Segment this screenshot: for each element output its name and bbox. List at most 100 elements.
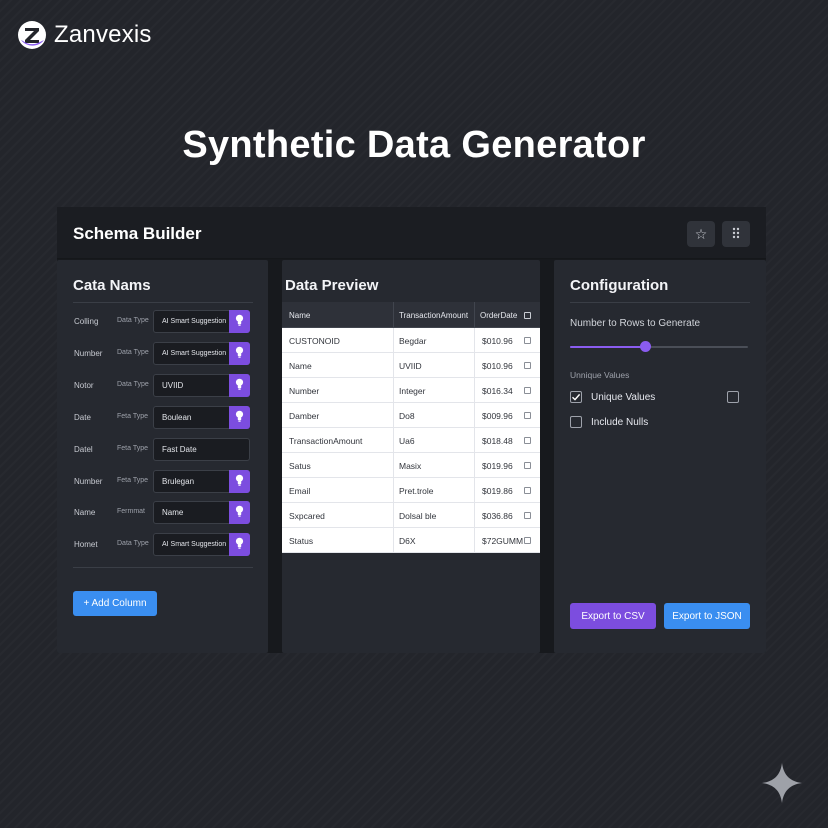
- row-checkbox[interactable]: [524, 462, 531, 469]
- row-checkbox[interactable]: [524, 337, 531, 344]
- row-checkbox[interactable]: [524, 537, 531, 544]
- ai-suggestion-button[interactable]: [229, 374, 250, 397]
- ai-suggestion-button[interactable]: [229, 342, 250, 365]
- preview-panel-title: Data Preview: [285, 277, 379, 294]
- zanvexis-logo-icon: [18, 20, 46, 50]
- ai-suggestion-button[interactable]: [229, 533, 250, 556]
- data-type-select[interactable]: Fast Date: [153, 438, 250, 461]
- lightbulb-icon: [235, 313, 244, 331]
- table-cell: $018.48: [482, 436, 513, 446]
- table-cell: Do8: [399, 411, 415, 421]
- add-column-button[interactable]: + Add Column: [73, 591, 157, 616]
- table-cell: $72GUMM: [482, 536, 524, 546]
- data-type-value: AI Smart Suggestion: [162, 541, 227, 548]
- unique-values-label: Unique Values: [591, 392, 656, 403]
- data-preview-panel: Data Preview Name TransactionAmount Orde…: [282, 260, 540, 653]
- include-nulls-checkbox[interactable]: [570, 416, 582, 428]
- ai-suggestion-button[interactable]: [229, 310, 250, 333]
- table-cell: $010.96: [482, 336, 513, 346]
- add-column-label: + Add Column: [83, 598, 147, 609]
- app-header: Schema Builder ☆: [57, 207, 766, 259]
- rows-to-generate-label: Number to Rows to Generate: [570, 318, 701, 329]
- row-checkbox[interactable]: [524, 487, 531, 494]
- table-cell: Satus: [289, 461, 311, 471]
- table-row[interactable]: Email Pret.trole $019.86: [282, 478, 540, 503]
- column-divider: [474, 328, 475, 553]
- star-icon: ☆: [694, 225, 708, 242]
- column-name[interactable]: Number: [74, 477, 102, 486]
- hero-title: Synthetic Data Generator: [182, 124, 646, 166]
- data-type-label: Feta Type: [117, 477, 149, 484]
- table-row[interactable]: Number Integer $016.34: [282, 378, 540, 403]
- table-row[interactable]: Status D6X $72GUMM: [282, 528, 540, 553]
- unique-values-checkbox[interactable]: [570, 391, 582, 403]
- schema-row: Number Data Type AI Smart Suggestion: [57, 342, 267, 366]
- column-name[interactable]: Colling: [74, 317, 98, 326]
- row-checkbox[interactable]: [524, 412, 531, 419]
- table-cell: $010.96: [482, 361, 513, 371]
- table-row[interactable]: CUSTONOID Begdar $010.96: [282, 328, 540, 353]
- schema-row: Homet Data Type AI Smart Suggestion: [57, 533, 267, 557]
- data-type-label: Feta Type: [117, 445, 149, 452]
- table-row[interactable]: TransactionAmount Ua6 $018.48: [282, 428, 540, 453]
- export-csv-label: Export to CSV: [581, 610, 645, 622]
- column-header[interactable]: Name: [289, 311, 310, 320]
- export-json-button[interactable]: Export to JSON: [664, 603, 750, 629]
- schema-panel-title: Cata Nams: [73, 277, 151, 294]
- column-divider: [474, 302, 475, 327]
- data-type-value: Fast Date: [162, 445, 197, 454]
- table-row[interactable]: Name UVIID $010.96: [282, 353, 540, 378]
- table-cell: Status: [289, 536, 314, 546]
- column-name[interactable]: Date: [74, 413, 91, 422]
- more-options-button[interactable]: [722, 221, 750, 247]
- row-checkbox[interactable]: [524, 512, 531, 519]
- app-title: Schema Builder: [73, 224, 202, 243]
- column-name[interactable]: Homet: [74, 540, 98, 549]
- row-checkbox[interactable]: [524, 387, 531, 394]
- favorite-button[interactable]: ☆: [687, 221, 715, 247]
- export-json-label: Export to JSON: [672, 610, 742, 622]
- data-type-label: Feta Type: [117, 413, 149, 420]
- lightbulb-icon: [235, 473, 244, 491]
- column-name[interactable]: Datel: [74, 445, 93, 454]
- table-row[interactable]: Damber Do8 $009.96: [282, 403, 540, 428]
- ai-suggestion-button[interactable]: [229, 470, 250, 493]
- unique-values-toggle-checkbox[interactable]: [727, 391, 739, 403]
- schema-row: Colling Data Type AI Smart Suggestion: [57, 310, 267, 334]
- app-window: Schema Builder ☆ Cata Nams Colling Data T…: [57, 207, 766, 653]
- brand: Zanvexis: [18, 20, 152, 50]
- slider-fill: [570, 346, 645, 348]
- table-row[interactable]: Sxpcared Dolsal ble $036.86: [282, 503, 540, 528]
- data-type-value: Name: [162, 508, 184, 517]
- lightbulb-icon: [235, 409, 244, 427]
- schema-row: Datel Feta Type Fast Date: [57, 438, 267, 462]
- row-checkbox[interactable]: [524, 437, 531, 444]
- table-cell: $009.96: [482, 411, 513, 421]
- export-csv-button[interactable]: Export to CSV: [570, 603, 656, 629]
- table-cell: Sxpcared: [289, 511, 325, 521]
- rows-slider[interactable]: [570, 341, 748, 352]
- lightbulb-icon: [235, 377, 244, 395]
- column-name[interactable]: Notor: [74, 381, 94, 390]
- table-cell: UVIID: [399, 361, 422, 371]
- data-type-value: Brulegan: [162, 477, 195, 486]
- slider-thumb[interactable]: [639, 341, 651, 352]
- divider: [570, 302, 750, 303]
- table-cell: Begdar: [399, 336, 427, 346]
- config-panel-title: Configuration: [570, 277, 669, 294]
- table-cell: Email: [289, 486, 311, 496]
- ai-suggestion-button[interactable]: [229, 501, 250, 524]
- column-header[interactable]: TransactionAmount: [399, 311, 468, 320]
- configuration-panel: Configuration Number to Rows to Generate…: [554, 260, 766, 653]
- data-type-value: AI Smart Suggestion: [162, 350, 227, 357]
- column-name[interactable]: Number: [74, 349, 102, 358]
- data-type-label: Data Type: [117, 381, 149, 388]
- table-row[interactable]: Satus Masix $019.96: [282, 453, 540, 478]
- column-header[interactable]: OrderDate: [480, 311, 517, 320]
- data-type-label: Fermmat: [117, 508, 145, 515]
- row-checkbox[interactable]: [524, 362, 531, 369]
- select-all-checkbox[interactable]: [524, 312, 531, 319]
- table-cell: $019.96: [482, 461, 513, 471]
- ai-suggestion-button[interactable]: [229, 406, 250, 429]
- column-name[interactable]: Name: [74, 508, 95, 517]
